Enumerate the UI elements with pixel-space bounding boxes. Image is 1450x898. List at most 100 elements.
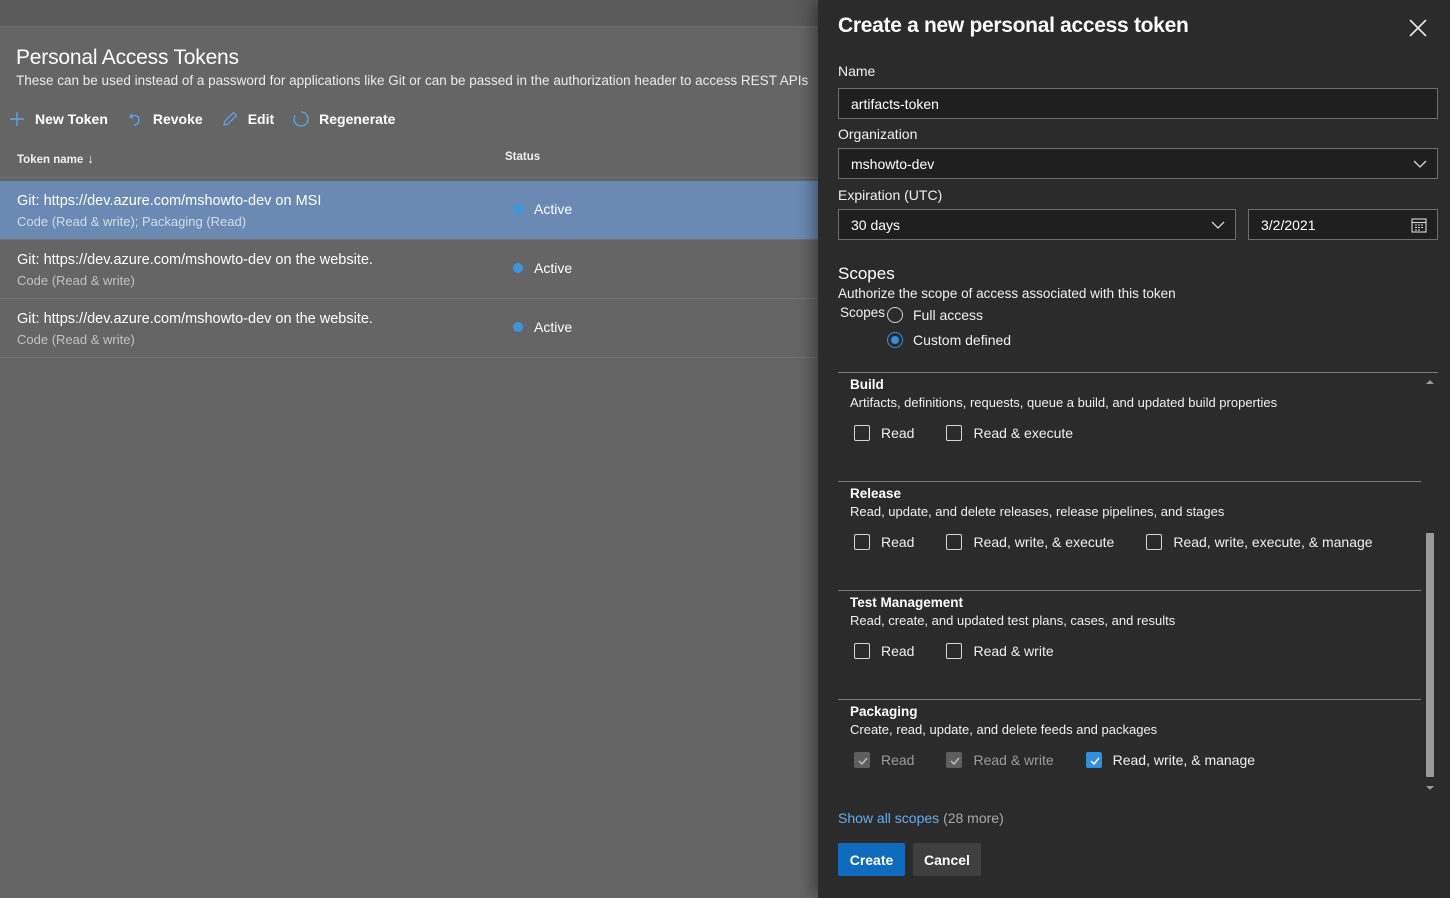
expiration-dropdown[interactable]: 30 days [838, 209, 1236, 240]
scope-section-test-management: Test Management Read, create, and update… [838, 591, 1421, 700]
scroll-down-arrow-icon [1426, 786, 1434, 790]
radio-circle-selected [887, 332, 903, 348]
edit-label: Edit [247, 111, 275, 127]
scopes-list: Build Artifacts, definitions, requests, … [838, 372, 1438, 797]
release-read-write-execute-checkbox[interactable]: Read, write, & execute [946, 534, 1114, 550]
scrollbar-thumb[interactable] [1426, 533, 1434, 777]
option-label: Read, write, & execute [973, 534, 1115, 550]
organization-dropdown[interactable]: mshowto-dev [838, 148, 1438, 179]
column-header-token-name[interactable]: Token name ↓ [17, 151, 94, 166]
table-row[interactable]: Git: https://dev.azure.com/mshowto-dev o… [0, 240, 818, 299]
scope-options: Read Read & write [854, 643, 1086, 659]
scope-name: Packaging [850, 704, 918, 719]
token-list: Git: https://dev.azure.com/mshowto-dev o… [0, 181, 818, 358]
organization-label: Organization [838, 126, 918, 142]
status-cell: Active [513, 260, 572, 276]
scopes-heading: Scopes [838, 264, 895, 283]
sort-down-arrow-icon: ↓ [87, 151, 94, 166]
create-button[interactable]: Create [838, 843, 905, 876]
scope-description: Artifacts, definitions, requests, queue … [850, 395, 1278, 410]
regenerate-label: Regenerate [319, 111, 396, 127]
name-input[interactable]: artifacts-token [838, 88, 1438, 119]
scope-options: Read Read & write Read, write, & manage [854, 752, 1287, 768]
option-label: Read & write [973, 752, 1054, 768]
status-cell: Active [513, 201, 572, 217]
expiration-value: 30 days [851, 216, 901, 233]
new-token-label: New Token [35, 111, 108, 127]
test-read-checkbox[interactable]: Read [854, 643, 914, 659]
option-label: Read [881, 752, 915, 768]
table-row[interactable]: Git: https://dev.azure.com/mshowto-dev o… [0, 181, 818, 240]
option-label: Read [881, 643, 915, 659]
packaging-read-write-checkbox[interactable]: Read & write [946, 752, 1054, 768]
column-header-token-name-label: Token name [17, 154, 84, 166]
scope-name: Test Management [850, 595, 964, 610]
scopes-label: Scopes [840, 305, 886, 320]
scope-section-packaging: Packaging Create, read, update, and dele… [838, 700, 1421, 797]
status-cell: Active [513, 319, 572, 335]
plus-icon [8, 110, 26, 128]
checkbox-box [1146, 534, 1163, 550]
show-all-scopes-link[interactable]: Show all scopes (28 more) [838, 810, 1004, 826]
scopes-description: Authorize the scope of access associated… [838, 286, 1176, 301]
build-read-checkbox[interactable]: Read [854, 425, 914, 441]
scope-options: Read Read, write, & execute Read, write,… [854, 534, 1405, 550]
name-label: Name [838, 63, 876, 79]
scope-description: Read, create, and updated test plans, ca… [850, 613, 1176, 628]
organization-value: mshowto-dev [851, 155, 935, 172]
radio-custom-defined[interactable]: Custom defined [887, 332, 1011, 348]
close-icon [1409, 19, 1427, 37]
expiration-date-picker[interactable]: 3/2/2021 [1248, 209, 1438, 240]
token-name: Git: https://dev.azure.com/mshowto-dev o… [17, 193, 322, 209]
expiration-date-value: 3/2/2021 [1261, 216, 1316, 233]
radio-full-access[interactable]: Full access [887, 307, 983, 323]
revoke-label: Revoke [152, 111, 203, 127]
page-description: These can be used instead of a password … [16, 73, 809, 88]
cancel-button[interactable]: Cancel [913, 843, 981, 876]
radio-custom-defined-label: Custom defined [913, 332, 1012, 348]
option-label: Read [881, 534, 915, 550]
revoke-button[interactable]: Revoke [126, 110, 203, 128]
checkmark-icon [1090, 757, 1100, 766]
token-scopes: Code (Read & write) [17, 332, 135, 347]
status-text: Active [534, 319, 573, 335]
release-read-checkbox[interactable]: Read [854, 534, 914, 550]
checkbox-box [946, 534, 963, 550]
more-scopes-count: (28 more) [943, 810, 1004, 826]
status-text: Active [534, 201, 573, 217]
regenerate-button[interactable]: Regenerate [292, 110, 395, 128]
checkbox-box [946, 643, 963, 659]
token-name: Git: https://dev.azure.com/mshowto-dev o… [17, 252, 373, 268]
checkbox-box [946, 425, 963, 441]
chevron-down-icon [1211, 221, 1225, 229]
scope-name: Release [850, 486, 902, 501]
checkbox-box [854, 425, 870, 441]
calendar-icon [1411, 218, 1427, 233]
new-token-button[interactable]: New Token [8, 110, 108, 128]
build-read-execute-checkbox[interactable]: Read & execute [946, 425, 1073, 441]
status-dot-icon [513, 204, 523, 214]
header-divider [0, 177, 818, 178]
create-token-panel: Create a new personal access token Name … [818, 0, 1450, 898]
scrollbar[interactable] [1422, 373, 1438, 797]
name-input-value: artifacts-token [851, 95, 939, 112]
release-read-write-execute-manage-checkbox[interactable]: Read, write, execute, & manage [1146, 534, 1373, 550]
radio-circle [887, 307, 903, 323]
scope-description: Create, read, update, and delete feeds a… [850, 722, 1158, 737]
packaging-read-write-manage-checkbox[interactable]: Read, write, & manage [1085, 752, 1255, 768]
checkmark-icon [950, 757, 961, 766]
checkbox-box-implied [946, 752, 963, 768]
scope-name: Build [850, 377, 884, 392]
radio-full-access-label: Full access [913, 307, 984, 323]
page-title: Personal Access Tokens [16, 46, 239, 69]
undo-icon [126, 110, 144, 128]
close-button[interactable] [1407, 17, 1429, 39]
packaging-read-checkbox[interactable]: Read [854, 752, 914, 768]
column-header-status[interactable]: Status [505, 151, 540, 163]
table-row[interactable]: Git: https://dev.azure.com/mshowto-dev o… [0, 299, 818, 358]
status-text: Active [534, 260, 573, 276]
edit-button[interactable]: Edit [221, 110, 274, 128]
test-read-write-checkbox[interactable]: Read & write [946, 643, 1054, 659]
panel-title: Create a new personal access token [838, 14, 1189, 37]
checkmark-icon [858, 757, 868, 766]
